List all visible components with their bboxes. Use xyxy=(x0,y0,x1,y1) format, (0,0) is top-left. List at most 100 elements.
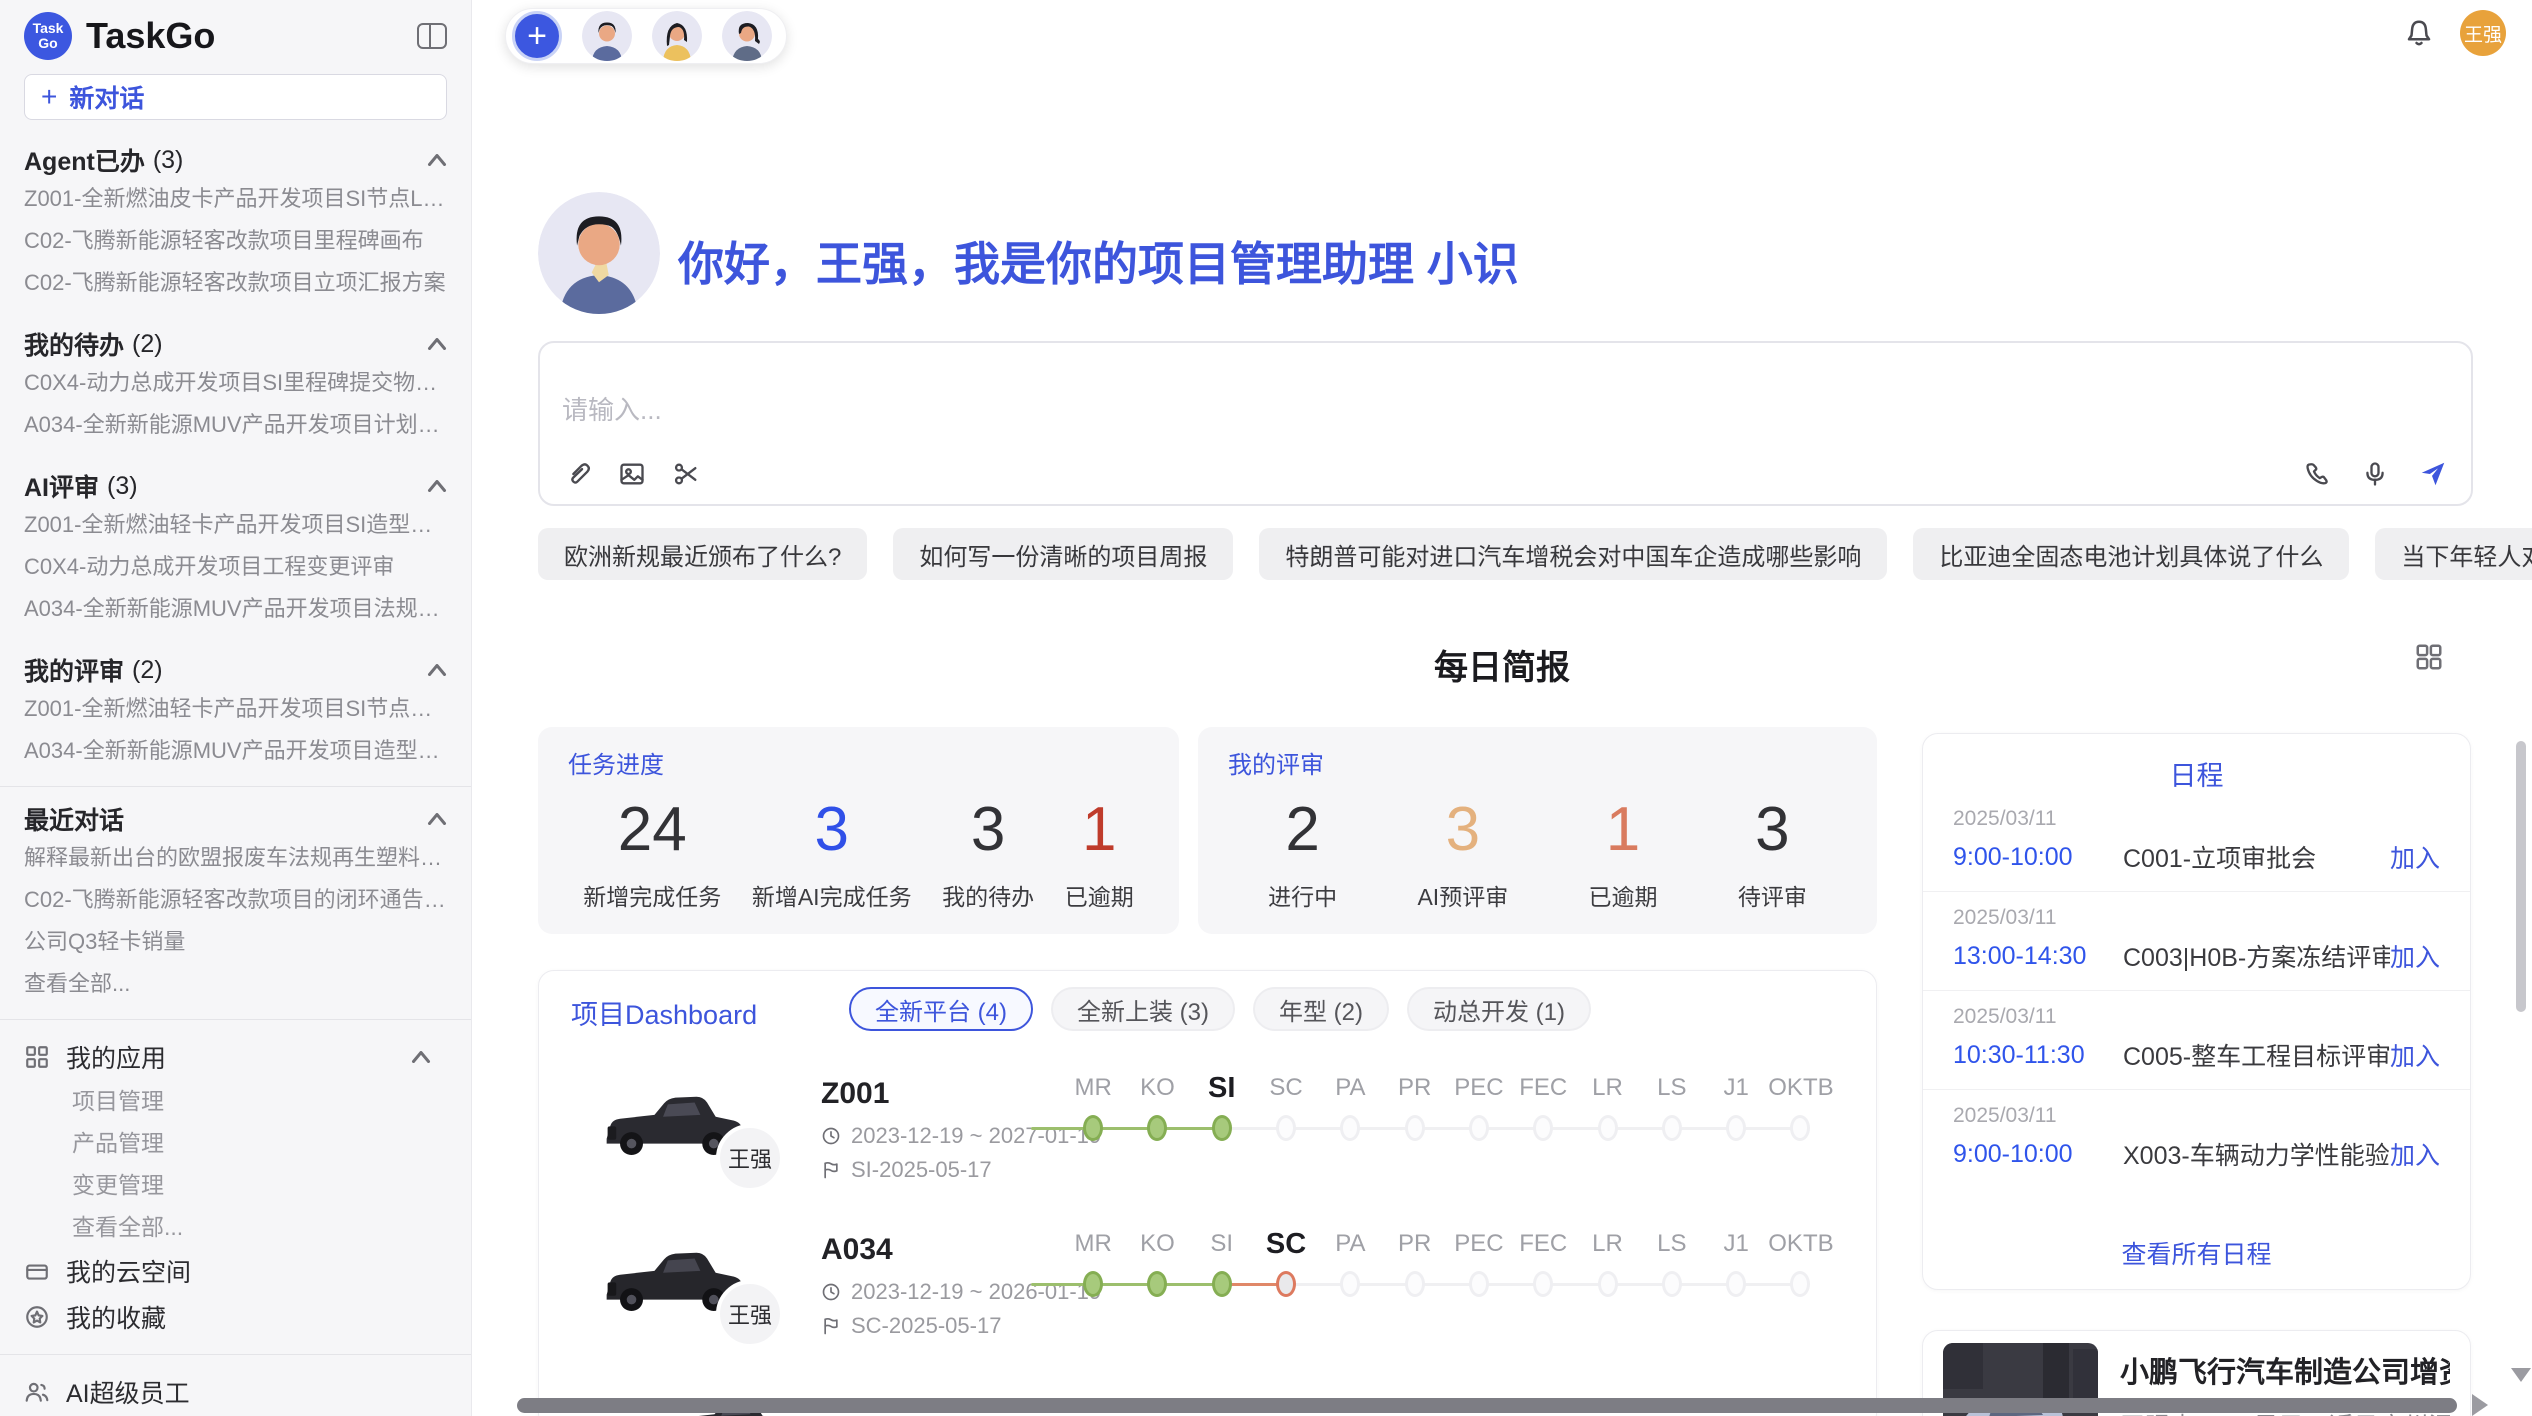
join-link[interactable]: 加入 xyxy=(2390,1136,2440,1172)
stat-label: 新增完成任务 xyxy=(583,878,721,912)
sidebar-item-cloud-space[interactable]: 我的云空间 xyxy=(24,1248,447,1294)
milestone-label: LR xyxy=(1575,1071,1639,1105)
plus-icon: + xyxy=(41,81,57,113)
join-link[interactable]: 加入 xyxy=(2390,839,2440,875)
card-title: 我的评审 xyxy=(1228,745,1847,780)
milestone-label: FEC xyxy=(1511,1071,1575,1105)
section-recent-chats[interactable]: 最近对话 xyxy=(24,801,447,837)
suggestion-chip[interactable]: 如何写一份清晰的项目周报 xyxy=(893,528,1233,580)
suggestion-chip[interactable]: 当下年轻人对汽车外观有怎样的喜好趋势 xyxy=(2375,528,2532,580)
suggestion-chip[interactable]: 欧洲新规最近颁布了什么? xyxy=(538,528,867,580)
header-actions: 王强 xyxy=(2404,10,2506,56)
milestone-dot xyxy=(1469,1115,1489,1141)
sidebar-item-project-mgmt[interactable]: 项目管理 xyxy=(72,1080,447,1122)
milestone-label: FEC xyxy=(1511,1227,1575,1261)
milestone-label: PEC xyxy=(1447,1227,1511,1261)
project-flag-milestone: SC-2025-05-17 xyxy=(821,1313,1001,1339)
scroll-down-arrow[interactable] xyxy=(2511,1368,2531,1382)
suggestion-chip[interactable]: 比亚迪全固态电池计划具体说了什么 xyxy=(1913,528,2349,580)
section-ai-review[interactable]: AI评审 (3) xyxy=(24,468,447,504)
stat-label: 已逾期 xyxy=(1589,878,1658,912)
vertical-scrollbar-thumb[interactable] xyxy=(2516,741,2526,1012)
section-my-review[interactable]: 我的评审 (2) xyxy=(24,652,447,688)
stat-value: 3 xyxy=(1738,790,1807,870)
sidebar-item-change-mgmt[interactable]: 变更管理 xyxy=(72,1164,447,1206)
schedule-event: 2025/03/11 9:00-10:00 C001-立项审批会 加入 xyxy=(1923,793,2470,891)
stat-value: 24 xyxy=(583,790,721,870)
milestone-label: KO xyxy=(1125,1071,1189,1105)
schedule-card: 日程 2025/03/11 9:00-10:00 C001-立项审批会 加入 2… xyxy=(1922,733,2471,1290)
chat-input[interactable] xyxy=(562,395,2062,426)
event-date: 2025/03/11 xyxy=(1953,807,2440,831)
bell-icon[interactable] xyxy=(2404,18,2434,48)
chevron-up-icon xyxy=(427,154,447,166)
list-item[interactable]: 解释最新出台的欧盟报废车法规再生塑料比例被调至15%... xyxy=(24,837,447,879)
section-agent-done[interactable]: Agent已办 (3) xyxy=(24,142,447,178)
event-date: 2025/03/11 xyxy=(1953,1005,2440,1029)
sidebar-collapse-icon[interactable] xyxy=(417,23,447,49)
image-icon[interactable] xyxy=(616,458,648,490)
milestone-dot xyxy=(1147,1115,1167,1141)
send-icon[interactable] xyxy=(2417,458,2449,490)
scissors-icon[interactable] xyxy=(670,458,702,490)
tab-new-platform[interactable]: 全新平台 (4) xyxy=(849,987,1033,1031)
new-chat-button[interactable]: + 新对话 xyxy=(24,74,447,120)
list-item[interactable]: C02-飞腾新能源轻客改款项目里程碑画布 xyxy=(24,220,447,262)
milestone-label: LS xyxy=(1640,1071,1704,1105)
list-item[interactable]: Z001-全新燃油轻卡产品开发项目SI节点属性5D文件评审 xyxy=(24,688,447,730)
list-item[interactable]: C02-飞腾新能源轻客改款项目立项汇报方案 xyxy=(24,262,447,304)
avatar[interactable] xyxy=(722,11,772,61)
tab-powertrain[interactable]: 动总开发 (1) xyxy=(1407,987,1591,1031)
scroll-right-arrow[interactable] xyxy=(2472,1394,2488,1416)
stat-value: 3 xyxy=(1417,790,1508,870)
chevron-up-icon xyxy=(411,1051,431,1063)
milestone-dot xyxy=(1662,1115,1682,1141)
new-chat-label: 新对话 xyxy=(69,79,144,115)
list-item[interactable]: Z001-全新燃油轻卡产品开发项目SI造型提交物评审 xyxy=(24,504,447,546)
view-all-chats[interactable]: 查看全部... xyxy=(24,963,447,1005)
sidebar-item-favorites[interactable]: 我的收藏 xyxy=(24,1294,447,1340)
list-item[interactable]: C0X4-动力总成开发项目SI里程碑提交物检查 xyxy=(24,362,447,404)
milestone-dot xyxy=(1662,1271,1682,1297)
suggestion-chip[interactable]: 特朗普可能对进口汽车增税会对中国车企造成哪些影响 xyxy=(1259,528,1887,580)
event-name: X003-车辆动力学性能验... xyxy=(2123,1136,2390,1172)
attachment-icon[interactable] xyxy=(562,458,594,490)
milestone-dot xyxy=(1083,1115,1103,1141)
stat-value: 1 xyxy=(1065,790,1134,870)
sidebar-item-ai-staff[interactable]: AI超级员工 xyxy=(24,1369,447,1415)
milestone-label: OKTB xyxy=(1768,1227,1832,1261)
phone-icon[interactable] xyxy=(2301,458,2333,490)
sidebar-item-my-apps[interactable]: 我的应用 xyxy=(24,1034,447,1080)
card-title: 任务进度 xyxy=(568,745,1149,780)
sidebar-item-product-mgmt[interactable]: 产品管理 xyxy=(72,1122,447,1164)
stat: 3 AI预评审 xyxy=(1417,790,1508,912)
list-item[interactable]: A034-全新新能源MUV产品开发项目法规符合性评审 xyxy=(24,588,447,630)
avatar[interactable] xyxy=(582,11,632,61)
mic-icon[interactable] xyxy=(2359,458,2391,490)
section-my-todo[interactable]: 我的待办 (2) xyxy=(24,326,447,362)
user-avatar[interactable]: 王强 xyxy=(2460,10,2506,56)
tab-new-body[interactable]: 全新上装 (3) xyxy=(1051,987,1235,1031)
list-item[interactable]: A034-全新新能源MUV产品开发项目计划变更表编写 xyxy=(24,404,447,446)
join-link[interactable]: 加入 xyxy=(2390,1037,2440,1073)
add-workspace-button[interactable]: + xyxy=(512,11,562,61)
app-logo: Task Go xyxy=(24,12,72,60)
list-item[interactable]: C02-飞腾新能源轻客改款项目的闭环通告反馈情况 xyxy=(24,879,447,921)
avatar[interactable] xyxy=(652,11,702,61)
layout-grid-icon[interactable] xyxy=(2414,642,2444,677)
milestone-dot xyxy=(1533,1115,1553,1141)
tab-year-model[interactable]: 年型 (2) xyxy=(1253,987,1389,1031)
view-all-apps[interactable]: 查看全部... xyxy=(72,1206,447,1248)
list-item[interactable]: 公司Q3轻卡销量 xyxy=(24,921,447,963)
milestone-dot xyxy=(1276,1115,1296,1141)
view-all-schedule[interactable]: 查看所有日程 xyxy=(1923,1235,2470,1271)
horizontal-scrollbar-thumb[interactable] xyxy=(517,1398,2457,1413)
event-name: C001-立项审批会 xyxy=(2123,839,2390,875)
join-link[interactable]: 加入 xyxy=(2390,938,2440,974)
event-name: C003|H0B-方案冻结评审 xyxy=(2123,938,2390,974)
list-item[interactable]: A034-全新新能源MUV产品开发项目造型可行性评审 xyxy=(24,730,447,772)
list-item[interactable]: Z001-全新燃油皮卡产品开发项目SI节点Lesson Learn报告 xyxy=(24,178,447,220)
milestone-track: MR KO SI SC PA PR PEC FEC LR LS J1 OKTB xyxy=(1031,1071,1841,1191)
list-item[interactable]: C0X4-动力总成开发项目工程变更评审 xyxy=(24,546,447,588)
milestone-label: PA xyxy=(1318,1071,1382,1105)
